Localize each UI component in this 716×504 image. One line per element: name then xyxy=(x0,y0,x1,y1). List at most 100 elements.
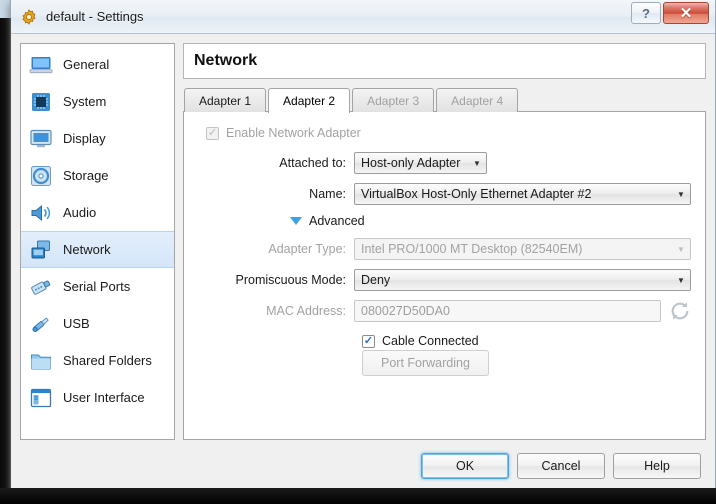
page-title: Network xyxy=(194,52,258,69)
chevron-down-icon: ▼ xyxy=(677,244,685,254)
usb-icon xyxy=(32,317,49,332)
check-icon: ✓ xyxy=(207,126,218,139)
cable-connected-label: Cable Connected xyxy=(382,334,479,348)
advanced-disclosure[interactable]: Advanced xyxy=(290,214,691,228)
sidebar-item-label: Display xyxy=(63,131,106,146)
adapter-name-label: Name: xyxy=(309,187,346,201)
sidebar-item-shared-folders[interactable]: Shared Folders xyxy=(21,342,174,379)
adapter-type-dropdown: Intel PRO/1000 MT Desktop (82540EM) ▼ xyxy=(354,238,691,260)
sidebar-item-serial-ports[interactable]: Serial Ports xyxy=(21,268,174,305)
user-interface-icon xyxy=(30,388,52,407)
ok-button[interactable]: OK xyxy=(421,453,509,479)
sidebar-item-storage[interactable]: Storage xyxy=(21,157,174,194)
triangle-down-icon xyxy=(290,217,302,225)
sidebar-item-general[interactable]: General xyxy=(21,46,174,83)
attached-to-label: Attached to: xyxy=(279,156,346,170)
chevron-down-icon: ▼ xyxy=(473,158,481,168)
tab-adapter-2[interactable]: Adapter 2 xyxy=(268,88,351,113)
sidebar-item-label: Serial Ports xyxy=(63,279,131,294)
promiscuous-mode-value: Deny xyxy=(361,273,391,287)
tab-adapter-1[interactable]: Adapter 1 xyxy=(184,88,267,112)
port-forwarding-label: Port Forwarding xyxy=(381,356,470,370)
dialog-footer: OK Cancel Help xyxy=(11,440,715,492)
close-icon: ✕ xyxy=(679,4,693,22)
ok-label: OK xyxy=(455,459,475,473)
chevron-down-icon: ▼ xyxy=(677,275,685,285)
settings-sidebar: General System Display Storage Audio Net… xyxy=(20,43,175,440)
sidebar-item-label: User Interface xyxy=(63,390,145,405)
tab-adapter-4: Adapter 4 xyxy=(436,88,519,112)
sidebar-item-label: Network xyxy=(63,242,111,257)
window-bottom-shadow xyxy=(0,488,716,504)
sidebar-item-label: USB xyxy=(63,316,90,331)
cable-connected-checkbox[interactable]: ✓ xyxy=(362,334,375,348)
serial-port-icon xyxy=(31,280,51,295)
adapter-2-panel: ✓ Enable Network Adapter Attached to: Ho… xyxy=(183,111,706,440)
sidebar-item-label: System xyxy=(63,94,107,109)
sidebar-item-label: Storage xyxy=(63,168,109,183)
enable-network-adapter-checkbox: ✓ xyxy=(206,126,219,140)
display-icon xyxy=(30,129,52,147)
port-forwarding-button: Port Forwarding xyxy=(362,350,489,376)
monitor-icon xyxy=(29,56,53,73)
refresh-icon xyxy=(671,302,689,320)
adapter-type-row: Adapter Type: Intel PRO/1000 MT Desktop … xyxy=(194,238,691,260)
sidebar-item-network[interactable]: Network xyxy=(21,231,174,268)
advanced-label: Advanced xyxy=(309,214,365,228)
gear-icon xyxy=(22,8,36,25)
tab-label: Adapter 2 xyxy=(283,94,336,108)
close-button[interactable]: ✕ xyxy=(663,2,709,24)
tab-adapter-3: Adapter 3 xyxy=(352,88,435,112)
page-header: Network xyxy=(183,43,706,79)
promiscuous-mode-row: Promiscuous Mode: Deny ▼ xyxy=(194,269,691,291)
sidebar-item-label: Audio xyxy=(63,205,97,220)
sidebar-item-system[interactable]: System xyxy=(21,83,174,120)
attached-to-value: Host-only Adapter xyxy=(361,156,461,170)
speaker-icon xyxy=(31,204,51,221)
attached-to-dropdown[interactable]: Host-only Adapter ▼ xyxy=(354,152,487,174)
settings-window: default - Settings ? ✕ General System Di… xyxy=(10,0,716,494)
cancel-label: Cancel xyxy=(541,459,581,473)
sidebar-item-audio[interactable]: Audio xyxy=(21,194,174,231)
mac-address-input: 080027D50DA0 xyxy=(354,300,661,322)
check-icon: ✓ xyxy=(363,334,374,347)
tab-label: Adapter 4 xyxy=(451,93,504,108)
attached-to-row: Attached to: Host-only Adapter ▼ xyxy=(194,152,691,174)
sidebar-item-user-interface[interactable]: User Interface xyxy=(21,379,174,416)
tab-label: Adapter 1 xyxy=(199,93,252,108)
network-icon xyxy=(31,240,50,258)
folder-icon xyxy=(31,354,51,369)
promiscuous-mode-label: Promiscuous Mode: xyxy=(235,273,346,287)
adapter-name-row: Name: VirtualBox Host-Only Ethernet Adap… xyxy=(194,183,691,205)
help-button[interactable]: Help xyxy=(613,453,701,479)
disc-icon xyxy=(31,165,51,186)
window-left-shadow xyxy=(0,18,11,504)
adapter-name-dropdown[interactable]: VirtualBox Host-Only Ethernet Adapter #2… xyxy=(354,183,691,205)
chip-icon xyxy=(32,92,50,111)
chevron-down-icon: ▼ xyxy=(677,189,685,199)
dialog-body: General System Display Storage Audio Net… xyxy=(11,34,715,440)
window-controls: ? ✕ xyxy=(631,2,709,24)
mac-address-label: MAC Address: xyxy=(266,304,346,318)
cancel-button[interactable]: Cancel xyxy=(517,453,605,479)
title-bar: default - Settings ? ✕ xyxy=(11,0,715,34)
mac-address-value: 080027D50DA0 xyxy=(361,304,450,318)
enable-network-adapter-label: Enable Network Adapter xyxy=(226,126,361,140)
promiscuous-mode-dropdown[interactable]: Deny ▼ xyxy=(354,269,691,291)
question-mark-icon: ? xyxy=(642,5,650,21)
sidebar-item-usb[interactable]: USB xyxy=(21,305,174,342)
tab-label: Adapter 3 xyxy=(367,93,420,108)
adapter-type-label: Adapter Type: xyxy=(268,242,346,256)
cable-connected-row: ✓ Cable Connected xyxy=(362,334,691,348)
help-label: Help xyxy=(644,459,670,473)
adapter-name-value: VirtualBox Host-Only Ethernet Adapter #2 xyxy=(361,187,592,201)
adapter-type-value: Intel PRO/1000 MT Desktop (82540EM) xyxy=(361,242,583,256)
sidebar-item-label: Shared Folders xyxy=(63,353,152,368)
adapter-tabs: Adapter 1 Adapter 2 Adapter 3 Adapter 4 xyxy=(183,88,706,113)
settings-content: Network Adapter 1 Adapter 2 Adapter 3 Ad… xyxy=(183,43,706,440)
mac-address-row: MAC Address: 080027D50DA0 xyxy=(194,300,691,322)
sidebar-item-display[interactable]: Display xyxy=(21,120,174,157)
window-title: default - Settings xyxy=(46,9,144,24)
help-titlebar-button[interactable]: ? xyxy=(631,2,661,24)
sidebar-item-label: General xyxy=(63,57,110,72)
